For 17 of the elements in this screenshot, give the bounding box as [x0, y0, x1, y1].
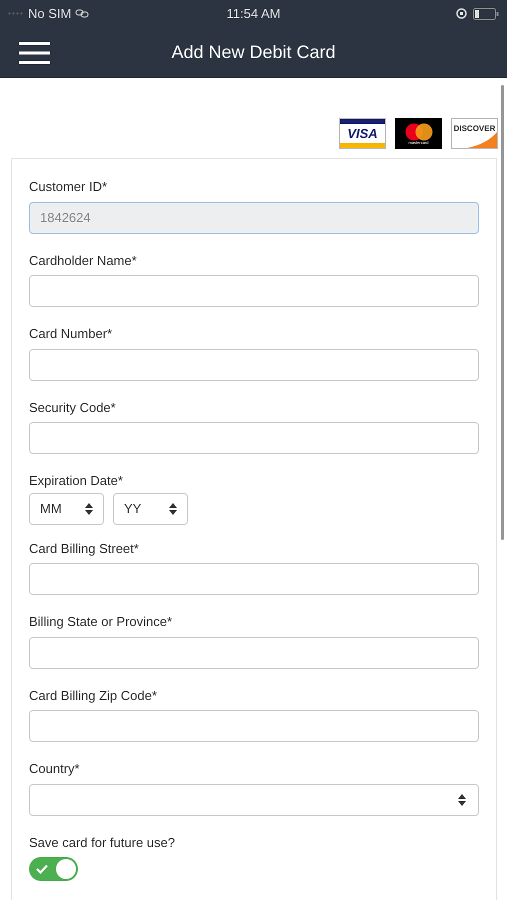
- carrier-text: No SIM: [28, 4, 72, 23]
- year-select[interactable]: YY: [113, 492, 188, 524]
- field-label: Card Billing Zip Code*: [29, 686, 158, 705]
- discover-logo: DISCOVER: [451, 118, 498, 149]
- field-label: Card Billing Street*: [29, 540, 140, 558]
- field-label: Billing State or Province*: [29, 613, 174, 631]
- field-label: Card Number*: [29, 325, 114, 343]
- field-label: Expiration Date*: [29, 472, 124, 490]
- month-select[interactable]: MM: [29, 492, 104, 524]
- field-label: Country*: [29, 760, 81, 778]
- field-label: Cardholder Name*: [29, 252, 138, 270]
- visa-logo: VISA: [339, 118, 386, 149]
- field-label: Security Code*: [29, 398, 117, 417]
- field-label: Save card for future use?: [29, 834, 176, 852]
- page-title: Add New Debit Card: [170, 41, 337, 64]
- clock-text: 11:54 AM: [226, 4, 280, 23]
- field-label: Customer ID*: [29, 178, 108, 196]
